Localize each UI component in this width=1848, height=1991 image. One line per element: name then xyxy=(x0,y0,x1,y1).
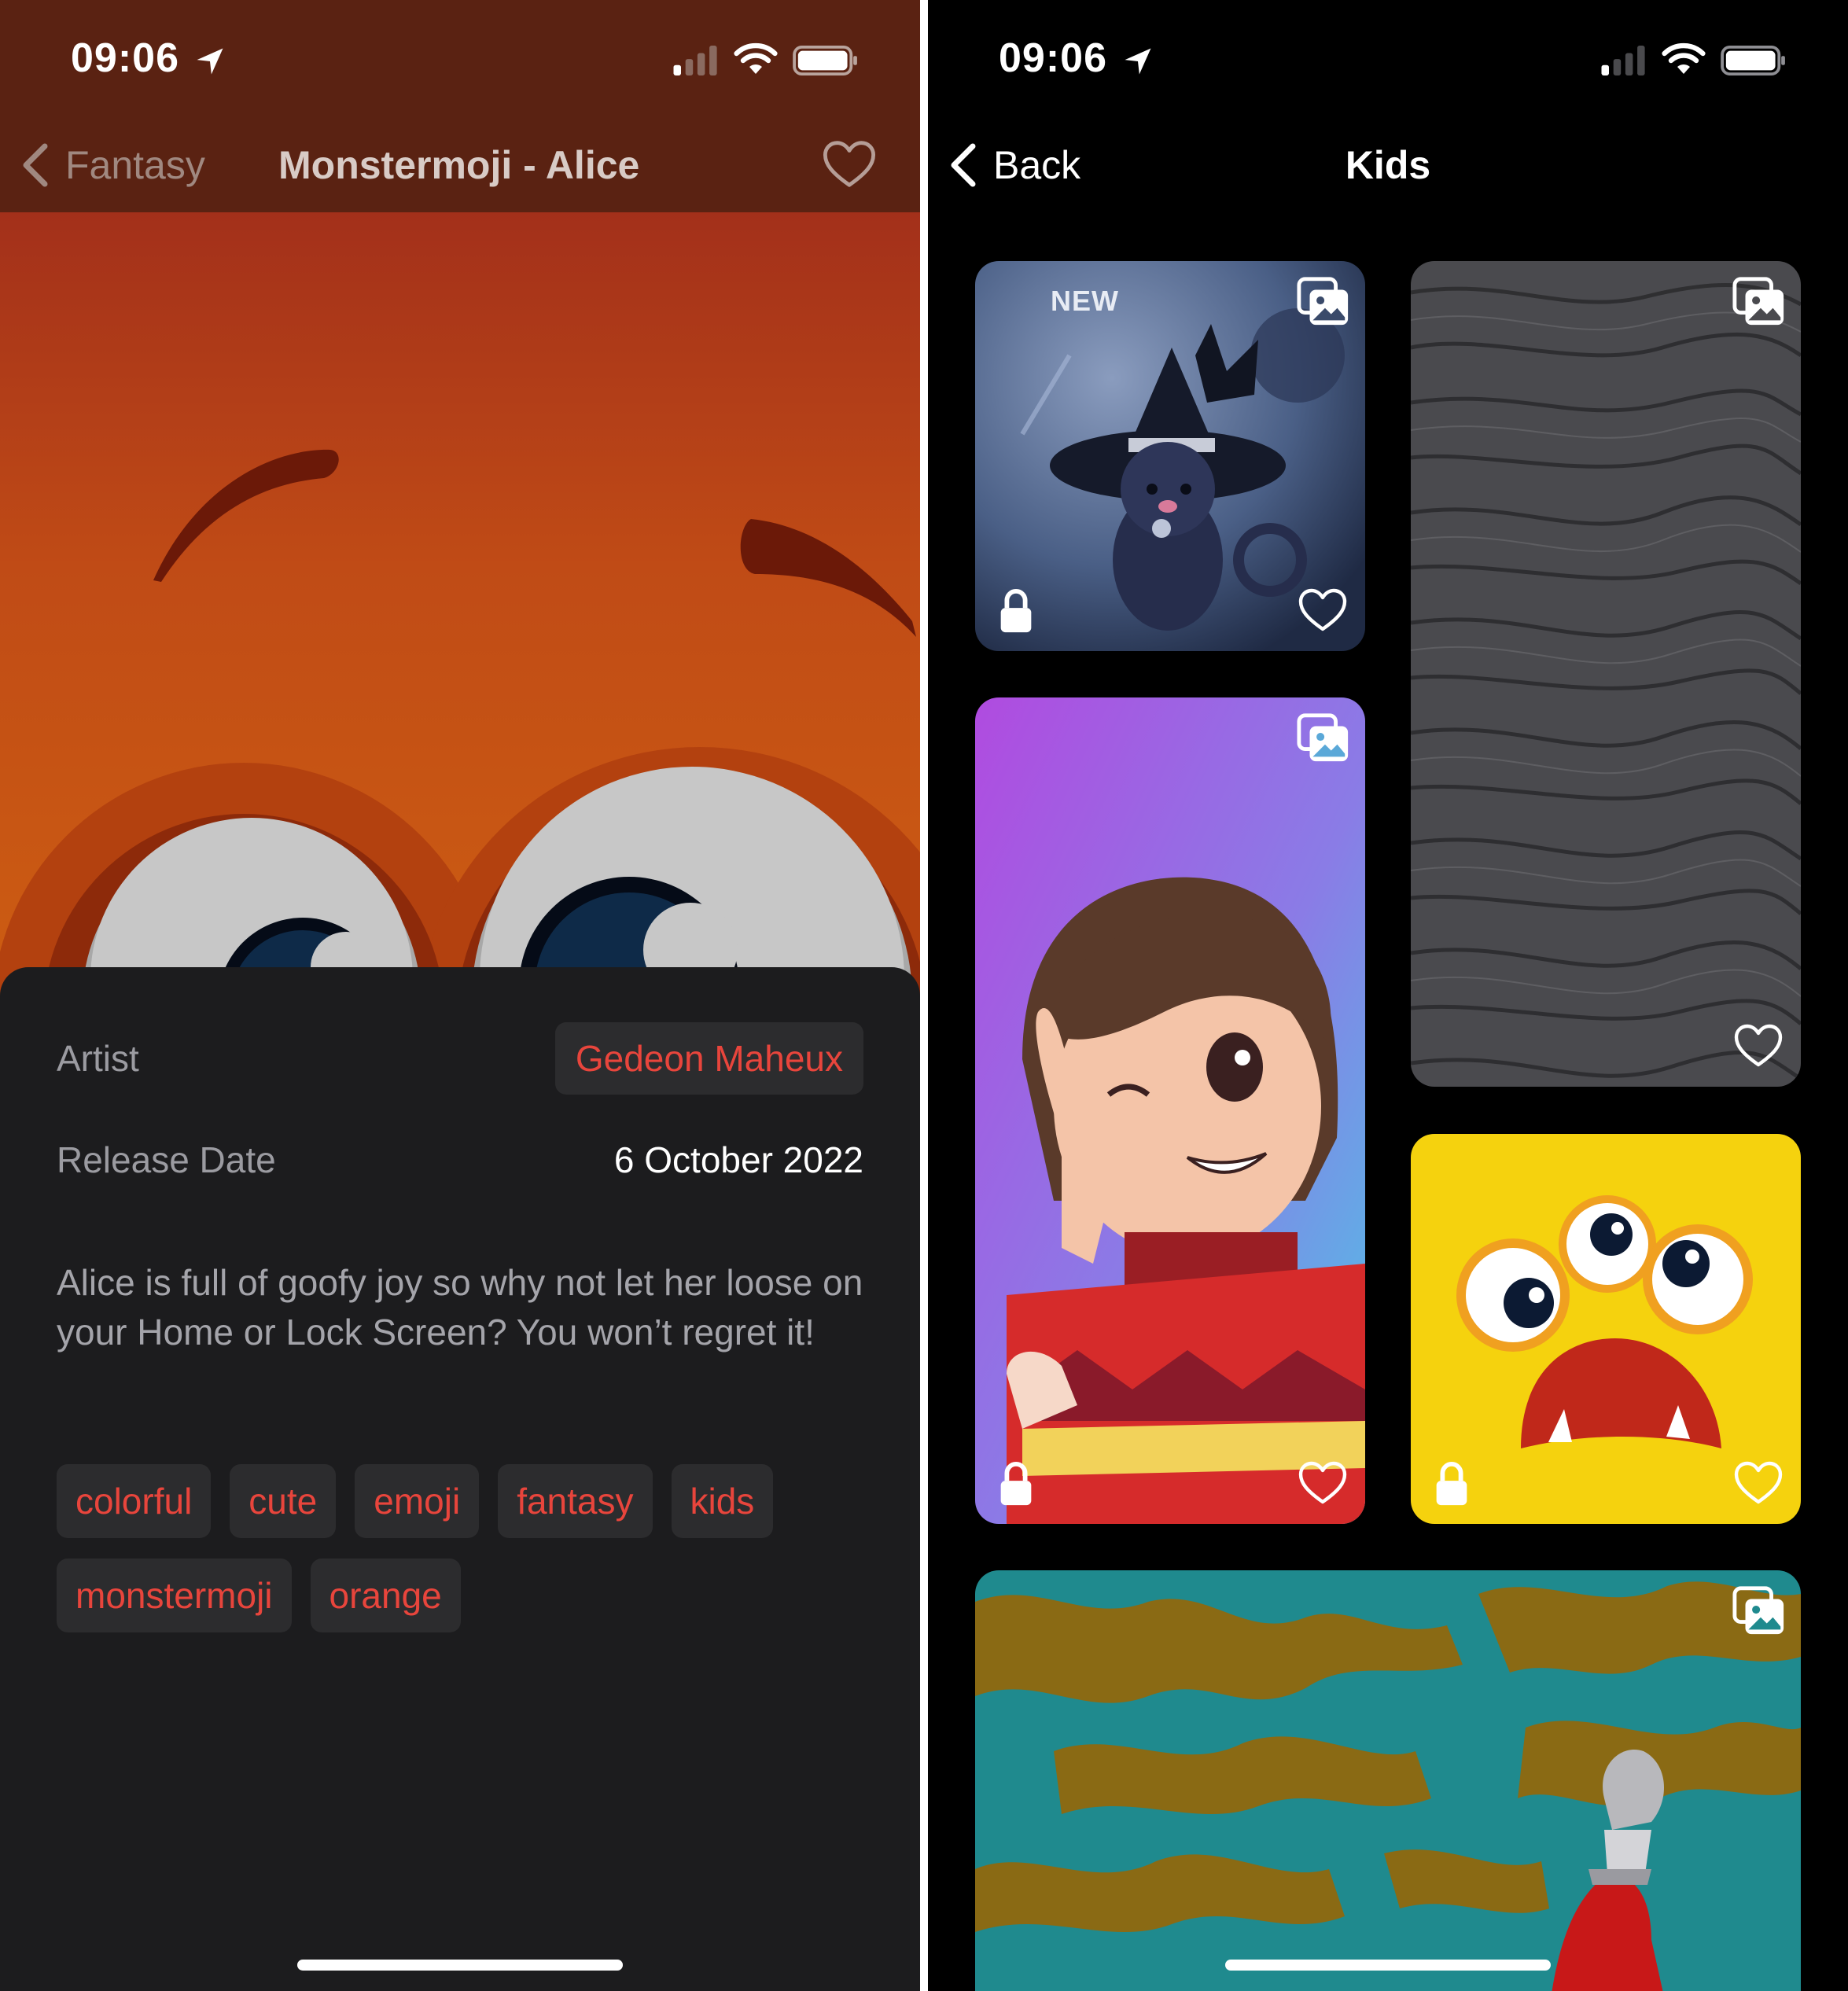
release-date-row: Release Date 6 October 2022 xyxy=(57,1139,863,1181)
favorite-heart-icon[interactable] xyxy=(1733,1022,1784,1069)
wifi-icon xyxy=(1662,42,1706,74)
lock-icon xyxy=(1000,589,1032,633)
release-date-label: Release Date xyxy=(57,1139,276,1180)
tag-colorful[interactable]: colorful xyxy=(57,1464,212,1538)
wallpaper-card-grey-waves[interactable] xyxy=(1411,261,1801,1087)
wallpaper-card-hero[interactable] xyxy=(975,1570,1801,1991)
wallpaper-preview-image[interactable] xyxy=(0,212,920,999)
wallpaper-card-witch-cat[interactable]: NEW xyxy=(975,261,1365,651)
tag-list: colorful cute emoji fantasy kids monster… xyxy=(57,1464,874,1632)
tag-orange[interactable]: orange xyxy=(310,1559,461,1632)
lock-icon xyxy=(1000,1462,1032,1506)
artist-button[interactable]: Gedeon Maheux xyxy=(554,1022,863,1095)
wallpaper-description: Alice is full of goofy joy so why not le… xyxy=(57,1262,863,1352)
chevron-left-icon xyxy=(23,143,48,187)
wallpaper-card-anime-girl[interactable] xyxy=(975,697,1365,1524)
tag-kids[interactable]: kids xyxy=(671,1464,774,1538)
page-title: Kids xyxy=(1345,143,1431,187)
hero-artwork xyxy=(975,1570,1801,1991)
tag-fantasy[interactable]: fantasy xyxy=(498,1464,653,1538)
battery-icon xyxy=(793,46,857,75)
category-grid-screen: 09:06 Back Kids NEW xyxy=(928,0,1848,1991)
gallery-icon xyxy=(1732,1586,1784,1635)
home-indicator[interactable] xyxy=(297,1960,623,1971)
favorite-heart-icon[interactable] xyxy=(1298,1459,1348,1507)
tag-cute[interactable]: cute xyxy=(230,1464,337,1538)
wallpaper-detail-screen: 09:06 Fantasy Monstermoji - Alice Artist… xyxy=(0,0,920,1991)
wallpaper-card-yellow-monster[interactable] xyxy=(1411,1134,1801,1524)
navigation-bar: Back Kids xyxy=(928,118,1848,212)
status-time: 09:06 xyxy=(999,35,1107,81)
artist-label: Artist xyxy=(57,1038,139,1079)
gallery-icon xyxy=(1297,713,1349,762)
anime-girl-artwork xyxy=(975,697,1365,1524)
favorite-heart-icon[interactable] xyxy=(822,138,877,190)
favorite-heart-icon[interactable] xyxy=(1733,1459,1784,1507)
location-arrow-icon xyxy=(197,48,223,75)
lock-icon xyxy=(1436,1462,1467,1506)
cellular-signal-icon xyxy=(673,46,717,75)
location-arrow-icon xyxy=(1125,48,1151,75)
wifi-icon xyxy=(734,42,778,74)
home-indicator[interactable] xyxy=(1225,1960,1551,1971)
tag-emoji[interactable]: emoji xyxy=(355,1464,480,1538)
status-bar: 09:06 xyxy=(0,0,920,118)
status-bar: 09:06 xyxy=(928,0,1848,118)
back-button-label: Fantasy xyxy=(65,143,205,187)
navigation-bar: Fantasy Monstermoji - Alice xyxy=(0,118,920,212)
grey-waves-artwork xyxy=(1411,261,1801,1087)
artist-row: Artist Gedeon Maheux xyxy=(57,1022,863,1095)
release-date-value: 6 October 2022 xyxy=(613,1139,863,1180)
monster-face-illustration xyxy=(0,449,920,999)
gallery-icon xyxy=(1297,277,1349,326)
new-badge: NEW xyxy=(1051,285,1119,317)
battery-icon xyxy=(1721,46,1785,75)
back-button[interactable]: Fantasy xyxy=(20,138,205,193)
status-time: 09:06 xyxy=(71,35,179,81)
page-title: Monstermoji - Alice xyxy=(278,143,640,187)
favorite-heart-icon[interactable] xyxy=(1298,587,1348,634)
details-sheet: Artist Gedeon Maheux Release Date 6 Octo… xyxy=(0,967,920,1991)
cellular-signal-icon xyxy=(1601,46,1645,75)
tag-monstermoji[interactable]: monstermoji xyxy=(57,1559,292,1632)
gallery-icon xyxy=(1732,277,1784,326)
